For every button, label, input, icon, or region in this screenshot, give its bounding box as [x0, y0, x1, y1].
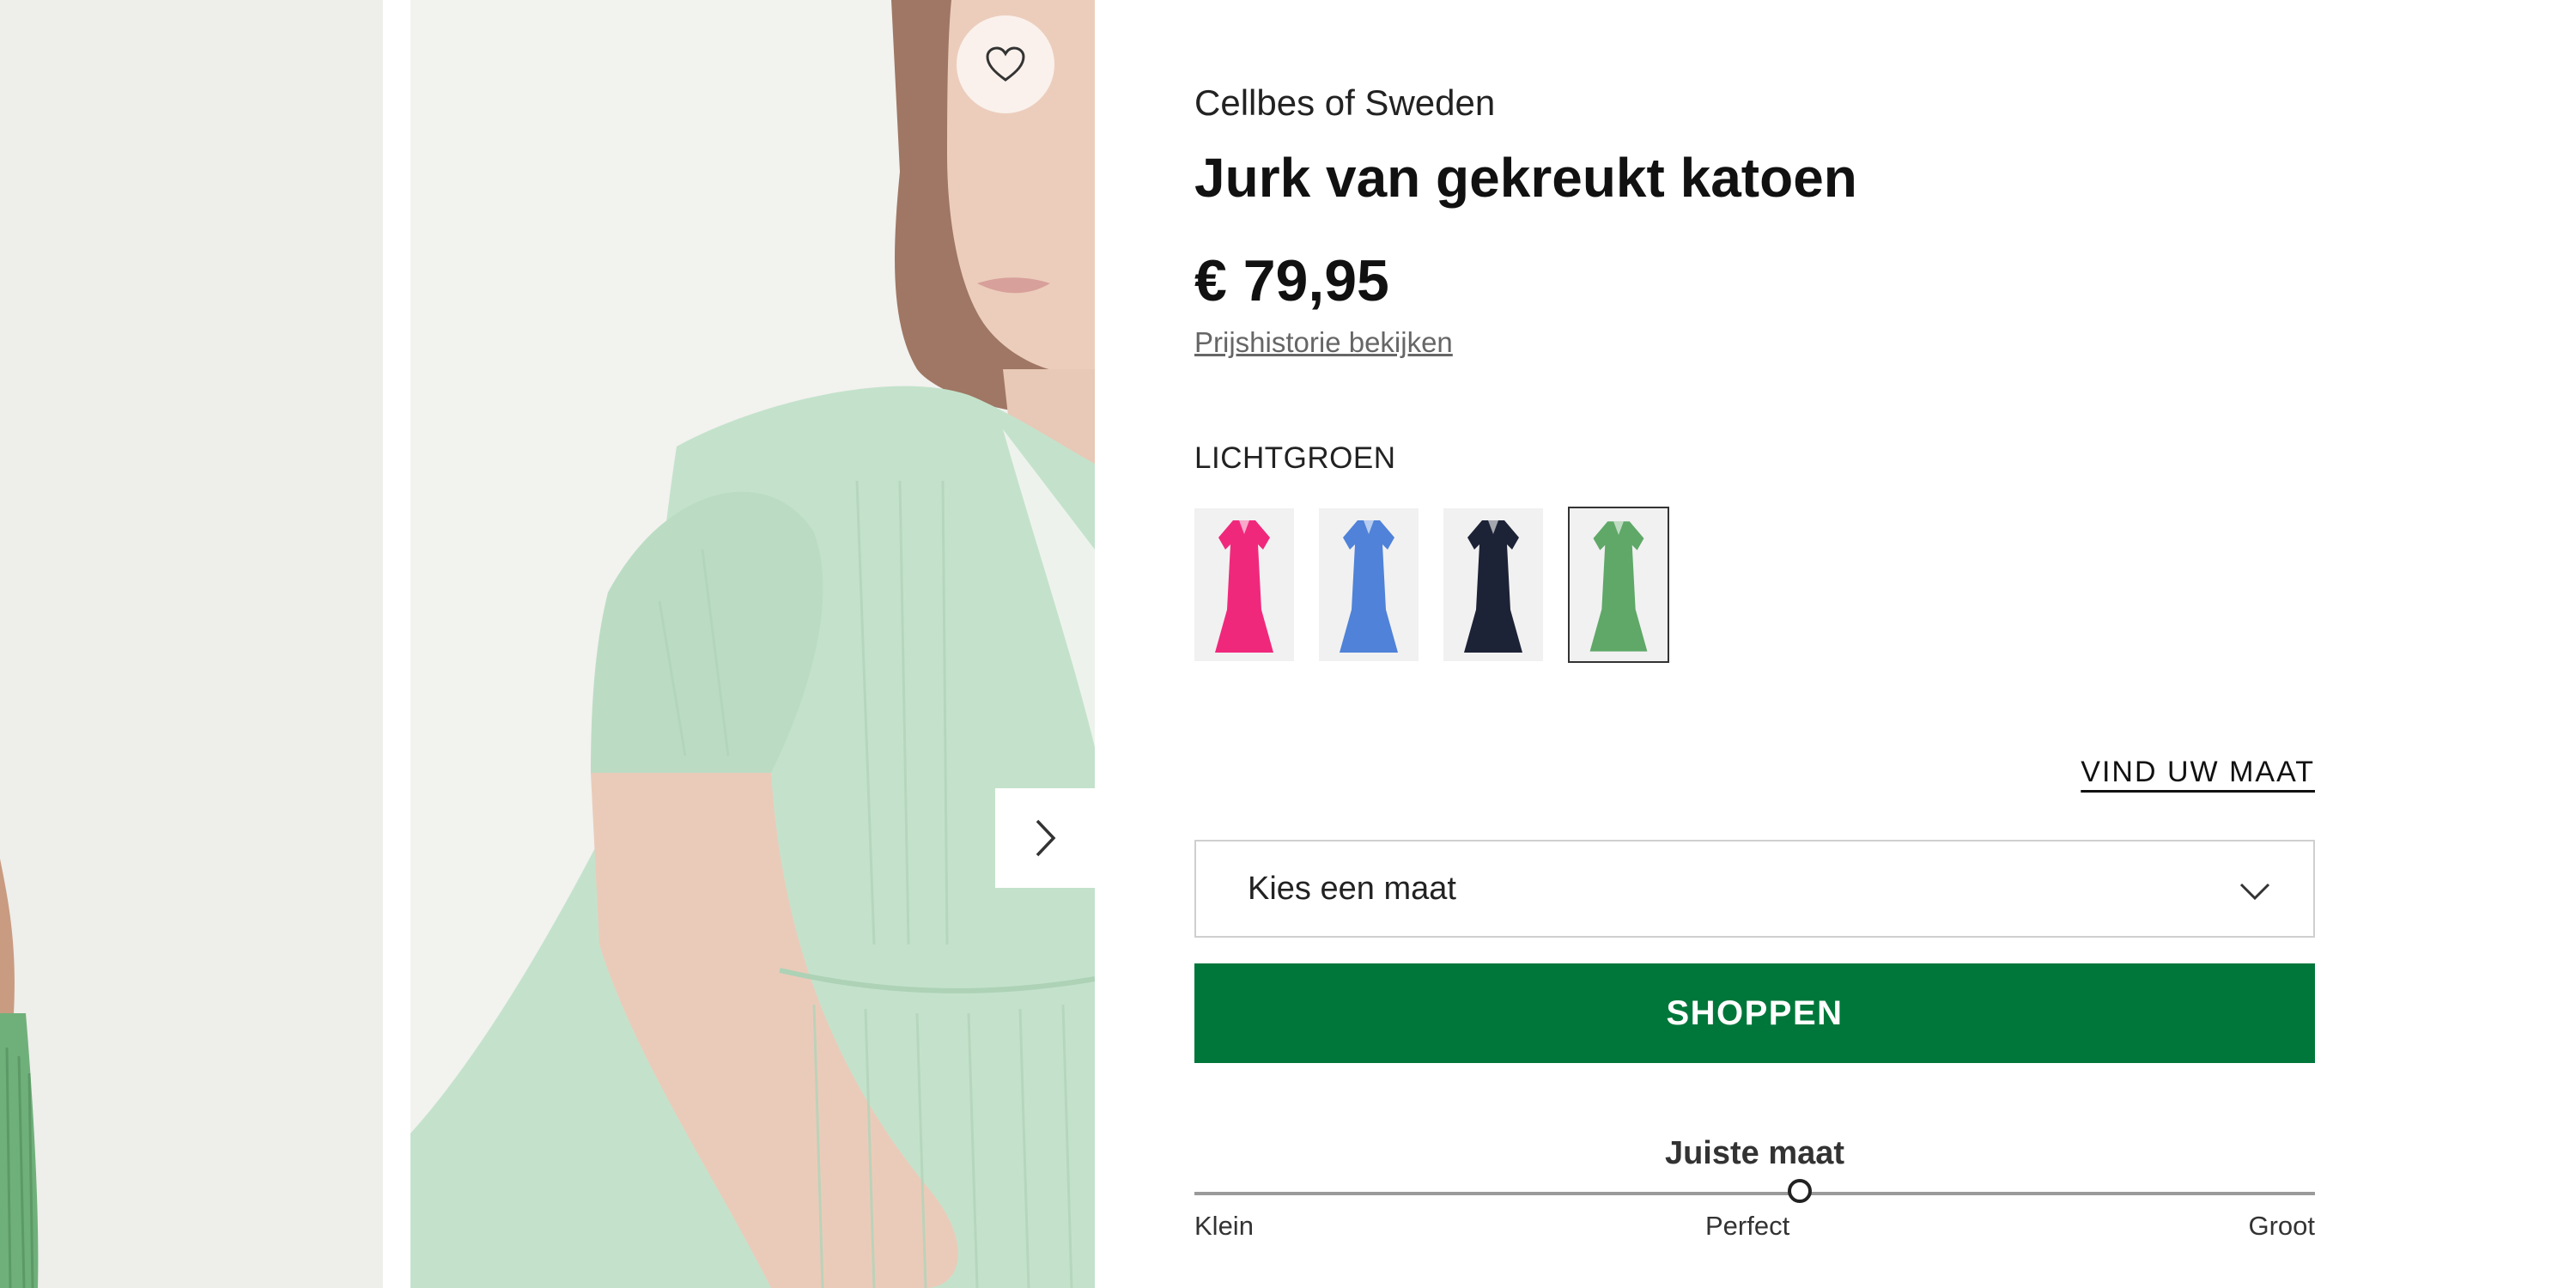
next-image-button[interactable] [995, 788, 1095, 888]
fit-scale-marker [1787, 1179, 1812, 1203]
price-history-link[interactable]: Prijshistorie bekijken [1194, 326, 1453, 359]
size-select[interactable]: Kies een maat [1194, 840, 2315, 938]
color-swatch-lichtgroen[interactable] [1568, 507, 1669, 663]
product-page: Cellbes of Sweden Jurk van gekreukt kato… [0, 0, 2576, 1288]
product-price: € 79,95 [1194, 248, 1389, 313]
fit-label-small: Klein [1194, 1211, 1254, 1241]
brand-name[interactable]: Cellbes of Sweden [1194, 82, 1495, 124]
find-your-size-link[interactable]: VIND UW MAAT [2081, 756, 2315, 789]
shop-button[interactable]: SHOPPEN [1194, 963, 2315, 1063]
fit-label-large: Groot [2248, 1211, 2315, 1241]
color-swatch-pink[interactable] [1194, 508, 1294, 661]
fit-scale-track [1194, 1192, 2315, 1195]
fit-scale-title: Juiste maat [1664, 1135, 1845, 1171]
dress-thumbnail-pink [1194, 508, 1294, 661]
fit-label-perfect: Perfect [1705, 1211, 1790, 1241]
product-title: Jurk van gekreukt katoen [1194, 147, 1857, 209]
color-swatch-blue[interactable] [1319, 508, 1419, 661]
chevron-down-icon [2239, 883, 2270, 901]
product-image-previous [0, 0, 383, 1288]
heart-outline-icon [986, 46, 1025, 82]
chevron-right-icon [1036, 819, 1056, 857]
dress-thumbnail-navy [1443, 508, 1543, 661]
selected-color-label: LICHTGROEN [1194, 441, 1396, 475]
dress-thumbnail-blue [1319, 508, 1419, 661]
wishlist-button[interactable] [957, 15, 1054, 113]
size-select-placeholder: Kies een maat [1248, 871, 1456, 907]
product-image-main[interactable] [410, 0, 1095, 1288]
dress-thumbnail-lichtgroen [1570, 509, 1668, 660]
color-swatch-navy[interactable] [1443, 508, 1543, 661]
image-gallery [0, 0, 1095, 1288]
